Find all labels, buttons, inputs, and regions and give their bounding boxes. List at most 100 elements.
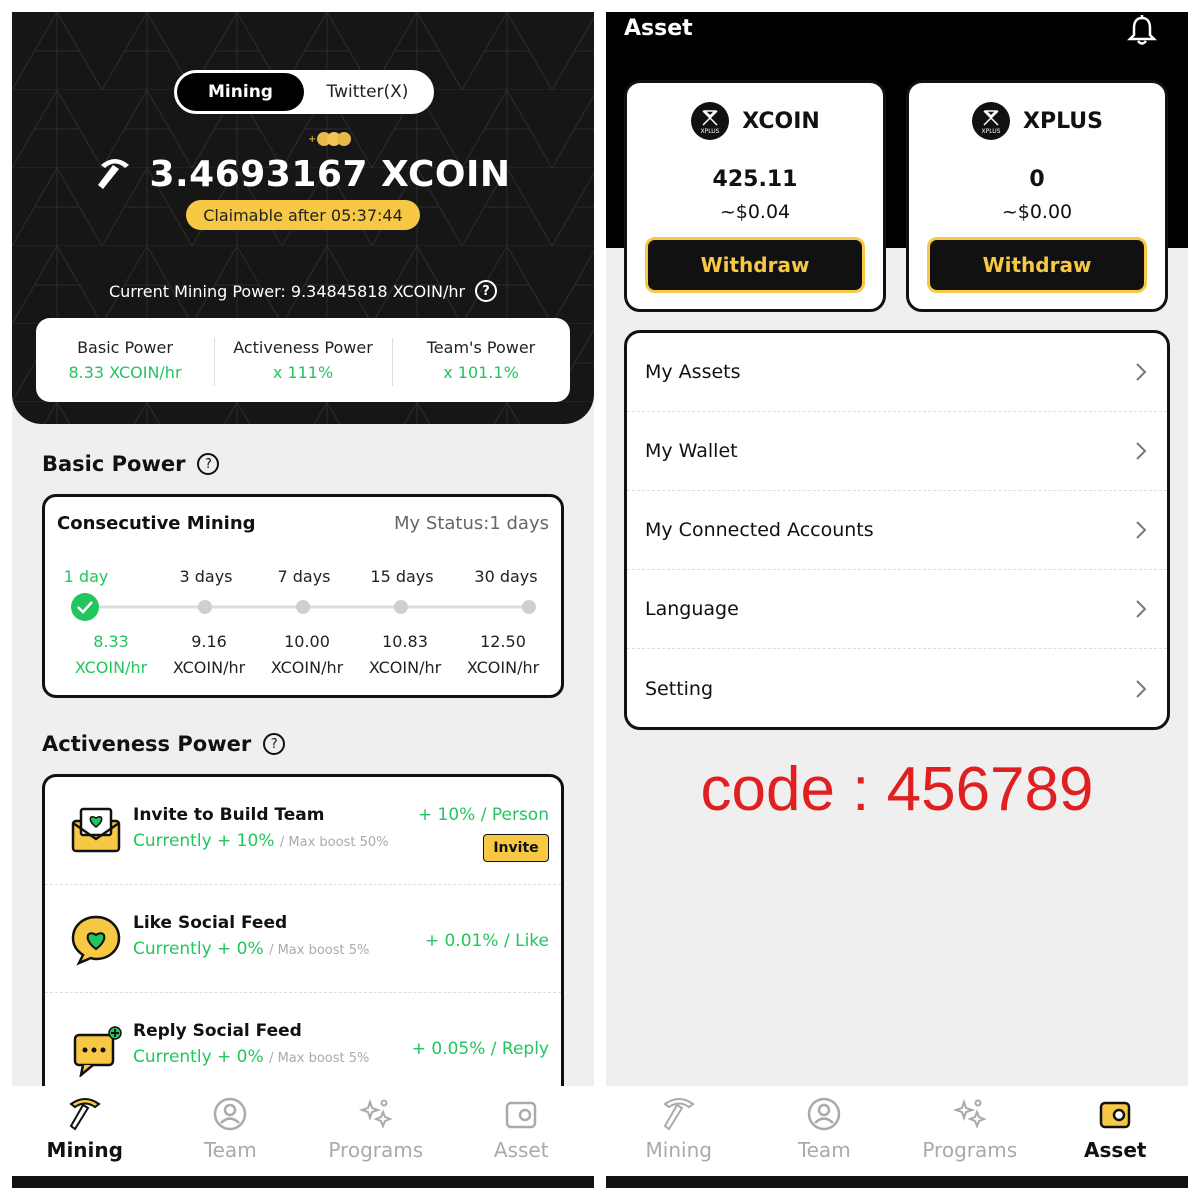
step-rate-unit: XCOIN/hr bbox=[466, 658, 540, 677]
nav-mining[interactable]: Mining bbox=[12, 1086, 158, 1176]
step-done-icon bbox=[71, 593, 99, 621]
svg-text:+: + bbox=[308, 134, 316, 145]
coin-usd: ~$0.04 bbox=[719, 201, 791, 223]
step-day-30: 30 days bbox=[474, 567, 538, 586]
activity-title: Reply Social Feed bbox=[133, 1021, 302, 1041]
invite-button[interactable]: Invite bbox=[483, 834, 549, 862]
basic-power-heading: Basic Power ? bbox=[42, 452, 220, 476]
activeness-power-title: Activeness Power bbox=[42, 732, 252, 756]
step-rate-15: 10.83 XCOIN/hr bbox=[357, 629, 453, 681]
nav-mining[interactable]: Mining bbox=[606, 1086, 752, 1176]
menu-my-wallet[interactable]: My Wallet bbox=[627, 412, 1167, 491]
user-icon bbox=[214, 1097, 247, 1131]
xplus-logo-icon: XPLUS bbox=[691, 102, 730, 140]
bottom-nav: Mining Team Programs Asset bbox=[12, 1086, 594, 1176]
list-item-invite: Invite to Build Team Currently + 10% / M… bbox=[45, 777, 561, 885]
nav-label: Asset bbox=[1084, 1138, 1147, 1162]
step-day-3: 3 days bbox=[179, 567, 233, 586]
sparkles-icon bbox=[952, 1098, 987, 1129]
coin-usd: ~$0.00 bbox=[1001, 201, 1073, 223]
menu-language[interactable]: Language bbox=[627, 570, 1167, 649]
menu-my-assets[interactable]: My Assets bbox=[627, 333, 1167, 412]
nav-asset[interactable]: Asset bbox=[1043, 1086, 1189, 1176]
activity-current: Currently + 0% / Max boost 5% bbox=[133, 1047, 369, 1067]
menu-label: My Assets bbox=[645, 361, 741, 383]
page-title: Asset bbox=[624, 16, 693, 41]
step-rate-3: 9.16 XCOIN/hr bbox=[161, 629, 257, 681]
activeness-power-summary: Activeness Power x 111% bbox=[214, 338, 392, 386]
claimable-badge: Claimable after 05:37:44 bbox=[186, 200, 420, 230]
nav-programs[interactable]: Programs bbox=[897, 1086, 1043, 1176]
menu-label: Language bbox=[645, 598, 739, 620]
current-boost: Currently + 10% bbox=[133, 831, 275, 851]
help-icon[interactable]: ? bbox=[263, 733, 286, 755]
step-rate-unit: XCOIN/hr bbox=[172, 658, 246, 677]
consecutive-mining-card: Consecutive Mining My Status:1 days 1 da… bbox=[42, 494, 564, 698]
tab-twitter[interactable]: Twitter(X) bbox=[304, 73, 431, 111]
chevron-right-icon bbox=[1136, 363, 1147, 381]
wallet-icon bbox=[506, 1101, 537, 1129]
system-bar bbox=[12, 1176, 594, 1188]
step-rate-value: 8.33 bbox=[93, 632, 129, 651]
coin-name: XPLUS bbox=[1022, 108, 1104, 134]
menu-label: Setting bbox=[645, 677, 714, 700]
withdraw-button[interactable]: Withdraw bbox=[645, 237, 865, 293]
team-power-value: x 101.1% bbox=[443, 363, 519, 382]
nav-programs[interactable]: Programs bbox=[303, 1086, 449, 1176]
chevron-right-icon bbox=[1136, 679, 1147, 698]
bottom-nav: Mining Team Programs Asset bbox=[606, 1086, 1188, 1176]
nav-label: Programs bbox=[922, 1138, 1018, 1162]
basic-power-title: Basic Power bbox=[42, 452, 186, 476]
nav-team[interactable]: Team bbox=[158, 1086, 304, 1176]
pickaxe-icon bbox=[663, 1098, 695, 1131]
step-day-7: 7 days bbox=[277, 567, 331, 586]
code-overlay: code : 456789 bbox=[700, 755, 1094, 824]
current-boost: Currently + 0% bbox=[133, 1047, 264, 1067]
heart-bubble-icon bbox=[71, 915, 121, 966]
step-rate-30: 12.50 XCOIN/hr bbox=[455, 629, 551, 681]
withdraw-button[interactable]: Withdraw bbox=[927, 237, 1147, 293]
tab-mining[interactable]: Mining bbox=[177, 73, 304, 111]
max-boost: / Max boost 50% bbox=[279, 835, 389, 850]
basic-power-label: Basic Power bbox=[77, 338, 173, 357]
user-icon bbox=[808, 1097, 841, 1131]
activeness-power-value: x 111% bbox=[272, 363, 334, 382]
nav-asset[interactable]: Asset bbox=[449, 1086, 595, 1176]
envelope-heart-icon bbox=[71, 807, 121, 853]
nav-team[interactable]: Team bbox=[752, 1086, 898, 1176]
help-icon[interactable]: ? bbox=[475, 280, 498, 302]
step-rate-1: 8.33 XCOIN/hr bbox=[63, 629, 159, 681]
menu-connected-accounts[interactable]: My Connected Accounts bbox=[627, 491, 1167, 570]
mining-hero: Mining Twitter(X) + 3.4693167 XCOIN Clai… bbox=[12, 12, 594, 424]
svg-text:XPLUS: XPLUS bbox=[701, 128, 720, 135]
xcoin-card: XPLUS XCOIN 425.11 ~$0.04 Withdraw bbox=[624, 80, 886, 312]
menu-setting[interactable]: Setting bbox=[627, 649, 1167, 727]
coin-balance: 425.11 bbox=[712, 167, 798, 192]
activity-title: Invite to Build Team bbox=[133, 805, 325, 825]
basic-power-value: 8.33 XCOIN/hr bbox=[68, 363, 182, 382]
svg-text:XPLUS: XPLUS bbox=[981, 128, 1000, 135]
system-bar bbox=[606, 1176, 1188, 1188]
pickaxe-icon bbox=[98, 159, 130, 189]
team-power-label: Team's Power bbox=[426, 338, 536, 357]
xplus-logo-icon: XPLUS bbox=[971, 102, 1010, 140]
step-rate-unit: XCOIN/hr bbox=[270, 658, 344, 677]
activeness-card: Invite to Build Team Currently + 10% / M… bbox=[42, 774, 564, 1114]
nav-label: Mining bbox=[46, 1138, 123, 1162]
coin-name: XCOIN bbox=[742, 108, 820, 134]
mode-toggle[interactable]: Mining Twitter(X) bbox=[174, 70, 434, 114]
reply-bubble-icon bbox=[73, 1026, 122, 1077]
chevron-right-icon bbox=[1136, 442, 1147, 460]
nav-label: Programs bbox=[328, 1138, 424, 1162]
activeness-power-heading: Activeness Power ? bbox=[42, 732, 286, 756]
step-rate-unit: XCOIN/hr bbox=[74, 658, 148, 677]
max-boost: / Max boost 5% bbox=[269, 1051, 370, 1066]
team-power-summary: Team's Power x 101.1% bbox=[392, 338, 570, 386]
bell-icon[interactable] bbox=[1126, 14, 1158, 46]
nav-label: Asset bbox=[493, 1138, 549, 1162]
wallet-icon bbox=[1100, 1101, 1131, 1129]
help-icon[interactable]: ? bbox=[197, 453, 220, 475]
step-rate-value: 12.50 bbox=[480, 632, 526, 651]
step-day-15: 15 days bbox=[370, 567, 434, 586]
list-item-reply: Reply Social Feed Currently + 0% / Max b… bbox=[45, 993, 561, 1101]
